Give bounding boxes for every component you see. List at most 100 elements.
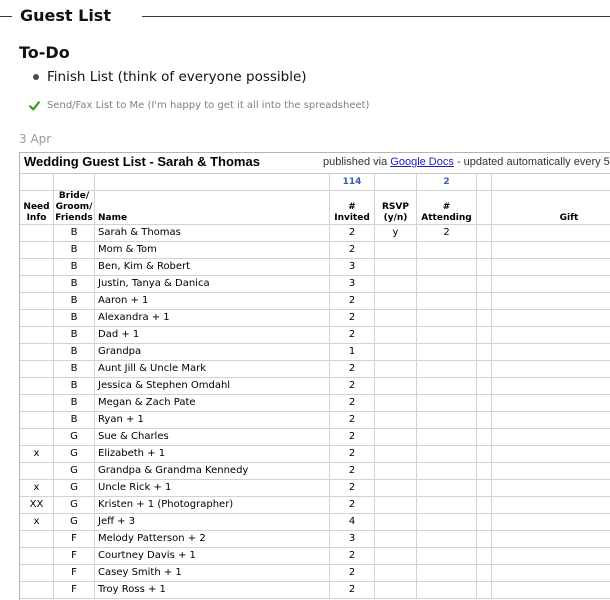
- blank-cell: [477, 582, 492, 598]
- blank-cell: [477, 259, 492, 275]
- rsvp-cell: [375, 412, 417, 428]
- side-cell: B: [54, 259, 95, 275]
- guest-row: B Alexandra + 12: [20, 310, 610, 327]
- side-cell: G: [54, 480, 95, 496]
- guest-row: F Melody Patterson + 23: [20, 531, 610, 548]
- rsvp-cell: [375, 361, 417, 377]
- page-title: Guest List: [20, 6, 111, 25]
- need-info-cell: [20, 259, 54, 275]
- invited-count-cell: 2: [330, 565, 375, 581]
- header-rsvp: RSVP (y/n): [375, 191, 417, 224]
- attending-count-cell: [417, 480, 477, 496]
- side-cell: B: [54, 225, 95, 241]
- attending-count-cell: [417, 497, 477, 513]
- blank-cell: [477, 514, 492, 530]
- completed-todo-item: Send/Fax List to Me (I'm happy to get it…: [47, 100, 370, 111]
- attending-count-cell: [417, 378, 477, 394]
- guest-name-cell: Ben, Kim & Robert: [95, 259, 330, 275]
- blank-cell: [477, 565, 492, 581]
- guest-row: F Troy Ross + 12: [20, 582, 610, 599]
- header-line: Info: [26, 213, 47, 223]
- gift-cell: [492, 412, 610, 428]
- header-rule-right: [142, 16, 610, 17]
- rsvp-cell: [375, 480, 417, 496]
- guest-row: B Ben, Kim & Robert 3: [20, 259, 610, 276]
- blank-cell: [477, 344, 492, 360]
- side-cell: G: [54, 446, 95, 462]
- header-bride-groom-friends: Bride/ Groom/ Friends: [54, 191, 95, 224]
- totals-cell-empty: [477, 174, 492, 190]
- guest-row: F Courtney Davis + 12: [20, 548, 610, 565]
- invited-count-cell: 2: [330, 429, 375, 445]
- rsvp-cell: y: [375, 225, 417, 241]
- guest-name-cell: Melody Patterson + 2: [95, 531, 330, 547]
- gift-cell: [492, 378, 610, 394]
- header-line: (y/n): [383, 213, 408, 223]
- page: Guest List To-Do Finish List (think of e…: [0, 0, 610, 600]
- attending-count-cell: [417, 276, 477, 292]
- side-cell: G: [54, 429, 95, 445]
- need-info-cell: [20, 395, 54, 411]
- need-info-cell: [20, 548, 54, 564]
- guest-row: B Megan & Zach Pate 2: [20, 395, 610, 412]
- need-info-cell: [20, 531, 54, 547]
- total-attending: 2: [417, 174, 477, 190]
- blank-cell: [477, 497, 492, 513]
- side-cell: G: [54, 514, 95, 530]
- guest-row: G Grandpa & Grandma Kennedy 2: [20, 463, 610, 480]
- rsvp-cell: [375, 565, 417, 581]
- totals-cell-empty: [54, 174, 95, 190]
- invited-count-cell: 4: [330, 514, 375, 530]
- header-line: Invited: [334, 213, 370, 223]
- guest-row: x G Jeff + 34: [20, 514, 610, 531]
- guest-row: B Grandpa 1: [20, 344, 610, 361]
- attending-count-cell: [417, 344, 477, 360]
- gift-cell: [492, 480, 610, 496]
- guest-row: G Sue & Charles 2: [20, 429, 610, 446]
- blank-cell: [477, 463, 492, 479]
- guest-name-cell: Kristen + 1 (Photographer): [95, 497, 330, 513]
- google-docs-link[interactable]: Google Docs: [390, 156, 454, 168]
- header-line: #: [348, 202, 356, 212]
- header-line: Friends: [55, 213, 93, 223]
- guest-row: B Ryan + 12: [20, 412, 610, 429]
- invited-count-cell: 2: [330, 463, 375, 479]
- header-line: Need: [23, 202, 50, 212]
- need-info-cell: x: [20, 514, 54, 530]
- blank-cell: [477, 361, 492, 377]
- blank-cell: [477, 446, 492, 462]
- gift-cell: [492, 497, 610, 513]
- need-info-cell: x: [20, 480, 54, 496]
- guest-name-cell: Ryan + 1: [95, 412, 330, 428]
- totals-cell-empty: [375, 174, 417, 190]
- attending-count-cell: [417, 514, 477, 530]
- header-line: Name: [98, 213, 128, 223]
- attending-count-cell: [417, 548, 477, 564]
- side-cell: B: [54, 378, 95, 394]
- spreadsheet-title: Wedding Guest List - Sarah & Thomas: [24, 154, 260, 169]
- rsvp-cell: [375, 548, 417, 564]
- header-line: RSVP: [382, 202, 409, 212]
- totals-cell-empty: [20, 174, 54, 190]
- header-line: Bride/: [58, 191, 90, 201]
- attending-count-cell: [417, 429, 477, 445]
- attending-count-cell: [417, 310, 477, 326]
- attending-count-cell: [417, 395, 477, 411]
- rsvp-cell: [375, 259, 417, 275]
- attending-count-cell: [417, 293, 477, 309]
- need-info-cell: [20, 582, 54, 598]
- gift-cell: [492, 531, 610, 547]
- invited-count-cell: 3: [330, 276, 375, 292]
- rsvp-cell: [375, 344, 417, 360]
- need-info-cell: [20, 242, 54, 258]
- guest-row: B Aunt Jill & Uncle Mark 2: [20, 361, 610, 378]
- total-invited: 114: [330, 174, 375, 190]
- rsvp-cell: [375, 293, 417, 309]
- gift-cell: [492, 242, 610, 258]
- gift-cell: [492, 395, 610, 411]
- invited-count-cell: 2: [330, 225, 375, 241]
- side-cell: F: [54, 548, 95, 564]
- side-cell: B: [54, 395, 95, 411]
- guest-name-cell: Justin, Tanya & Danica: [95, 276, 330, 292]
- rsvp-cell: [375, 310, 417, 326]
